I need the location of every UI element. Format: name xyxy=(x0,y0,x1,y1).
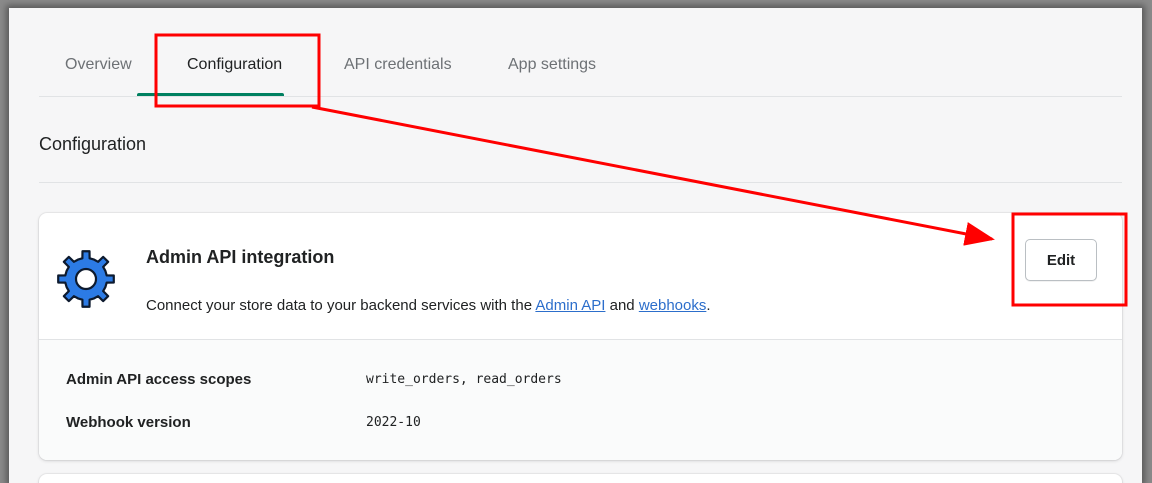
tab-overview[interactable]: Overview xyxy=(65,56,132,74)
scopes-label: Admin API access scopes xyxy=(66,371,252,388)
description-text: . xyxy=(706,297,711,314)
section-title: Configuration xyxy=(39,134,147,154)
admin-api-card: Admin API integration Connect your store… xyxy=(39,213,1122,460)
card-details: Admin API access scopes write_orders, re… xyxy=(39,339,1122,460)
card-description: Connect your store data to your backend … xyxy=(146,297,711,314)
card-title: Admin API integration xyxy=(146,247,335,267)
tab-bar: Overview Configuration API credentials A… xyxy=(39,8,1122,97)
tab-configuration[interactable]: Configuration xyxy=(187,56,282,74)
webhook-version-value: 2022-10 xyxy=(366,415,421,430)
admin-api-link[interactable]: Admin API xyxy=(535,297,605,314)
tab-app-settings[interactable]: App settings xyxy=(508,56,596,74)
webhook-version-label: Webhook version xyxy=(66,414,191,431)
description-text: Connect your store data to your backend … xyxy=(146,297,536,314)
next-card xyxy=(39,474,1122,483)
section-divider xyxy=(39,182,1122,183)
description-text: and xyxy=(605,297,639,314)
gear-icon xyxy=(57,250,115,308)
scopes-value: write_orders, read_orders xyxy=(366,372,562,387)
app-window: Overview Configuration API credentials A… xyxy=(9,8,1142,483)
edit-button[interactable]: Edit xyxy=(1025,239,1097,281)
card-header: Admin API integration Connect your store… xyxy=(39,213,1122,339)
active-tab-indicator xyxy=(137,93,284,96)
tab-api-credentials[interactable]: API credentials xyxy=(344,56,452,74)
webhooks-link[interactable]: webhooks xyxy=(639,297,707,314)
